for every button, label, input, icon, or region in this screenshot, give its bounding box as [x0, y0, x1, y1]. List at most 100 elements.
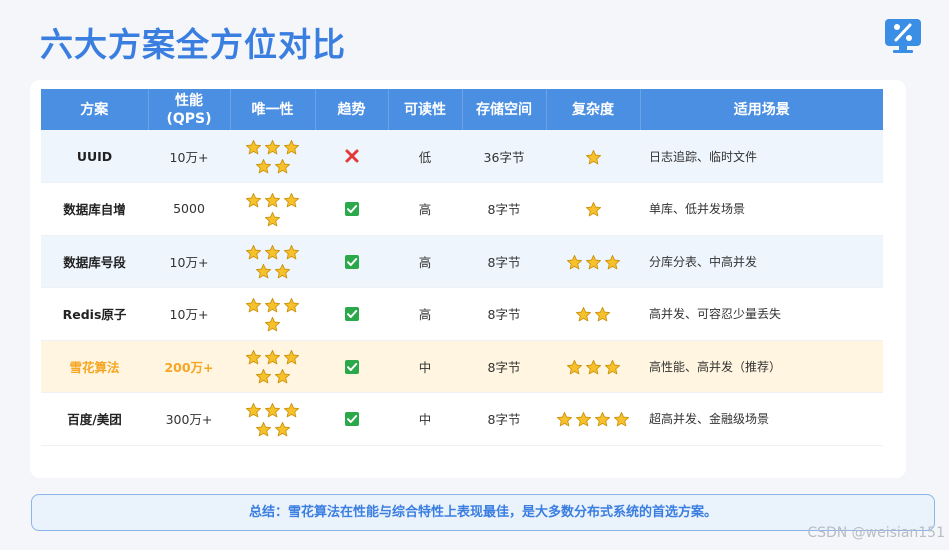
storage-value: 8字节 [462, 392, 546, 446]
star-icon [264, 139, 281, 155]
performance-value: 5000 [148, 182, 230, 236]
star-icon [594, 412, 611, 427]
star-icon [585, 202, 601, 217]
readability-value: 中 [388, 340, 462, 393]
table-header-row: 方案 性能 (QPS) 唯一性 趋势 可读性 存储空间 复杂度 适用场景 [41, 89, 883, 130]
readability-value: 中 [388, 392, 462, 446]
table-row: UUID 10万+ 低 36字节 日志追踪、临时文件 [41, 130, 883, 183]
star-rating [553, 304, 633, 323]
star-icon [585, 359, 601, 375]
star-icon [283, 350, 300, 365]
star-icon [245, 245, 262, 260]
scheme-name: 百度/美团 [41, 392, 148, 446]
performance-value: 200万+ [148, 340, 230, 393]
table-row: 百度/美团 300万+ 中 8字节 超高并发、金融级场景 [41, 392, 883, 446]
watermark: CSDN @weisian151 [807, 525, 945, 541]
star-icon [575, 307, 592, 322]
star-icon [264, 350, 281, 365]
header-scene: 适用场景 [640, 89, 883, 130]
storage-value: 8字节 [462, 340, 546, 393]
scheme-name: UUID [41, 130, 148, 183]
star-icon [255, 421, 271, 437]
scene-value: 分库分表、中高并发 [640, 235, 883, 288]
trend-status [315, 392, 388, 446]
star-icon [245, 402, 262, 418]
comparison-table: 方案 性能 (QPS) 唯一性 趋势 可读性 存储空间 复杂度 适用场景 UUI… [41, 89, 883, 446]
check-icon [344, 202, 359, 216]
trend-status [315, 130, 388, 183]
star-rating [553, 357, 633, 376]
storage-value: 8字节 [462, 287, 546, 341]
table-row: 数据库号段 10万+ 高 8字节 分库分表、中高并发 [41, 235, 883, 288]
uniqueness-rating [230, 340, 315, 393]
uniqueness-rating [230, 235, 315, 288]
star-icon [566, 254, 582, 270]
star-rating [553, 147, 633, 166]
star-rating [553, 409, 633, 428]
complexity-rating [546, 392, 640, 446]
uniqueness-rating [230, 130, 315, 183]
performance-value: 10万+ [148, 235, 230, 288]
trend-status [315, 235, 388, 288]
header-complexity: 复杂度 [546, 89, 641, 130]
scene-value: 高并发、可容忍少量丢失 [640, 287, 883, 341]
scene-value: 日志追踪、临时文件 [640, 130, 883, 183]
summary-banner: 总结：雪花算法在性能与综合特性上表现最佳，是大多数分布式系统的首选方案。 [31, 494, 935, 531]
uniqueness-rating [230, 392, 315, 446]
table-row: 数据库自增 5000 高 8字节 单库、低并发场景 [41, 182, 883, 236]
page-title: 六大方案全方位对比 [40, 25, 346, 64]
star-icon [264, 245, 281, 260]
check-icon [344, 307, 359, 321]
readability-value: 低 [388, 130, 462, 183]
star-icon [274, 421, 290, 437]
check-icon [344, 254, 359, 269]
performance-value: 10万+ [148, 130, 230, 183]
star-icon [245, 192, 262, 208]
header-storage: 存储空间 [462, 89, 547, 130]
scheme-name: 数据库号段 [41, 235, 148, 288]
star-rating [553, 199, 633, 218]
storage-value: 36字节 [462, 130, 546, 183]
complexity-rating [546, 130, 640, 183]
header-trend: 趋势 [315, 89, 389, 130]
performance-value: 300万+ [148, 392, 230, 446]
scene-value: 超高并发、金融级场景 [640, 392, 883, 446]
star-icon [245, 139, 262, 155]
storage-value: 8字节 [462, 235, 546, 288]
table-row: 雪花算法 200万+ 中 8字节 高性能、高并发（推荐） [41, 340, 883, 393]
star-icon [264, 192, 281, 208]
star-icon [566, 359, 582, 375]
cross-icon [345, 149, 358, 163]
header-performance-unit: (QPS) [166, 110, 212, 127]
star-icon [264, 316, 281, 332]
star-icon [585, 149, 601, 164]
star-icon [274, 264, 290, 279]
complexity-rating [546, 287, 640, 341]
star-rating [243, 242, 303, 280]
storage-value: 8字节 [462, 182, 546, 236]
header-performance: 性能 (QPS) [148, 89, 231, 130]
star-icon [274, 369, 290, 384]
star-icon [575, 412, 592, 427]
readability-value: 高 [388, 287, 462, 341]
star-icon [274, 158, 290, 174]
star-rating [243, 295, 303, 333]
readability-value: 高 [388, 182, 462, 236]
star-icon [613, 412, 630, 427]
star-rating [553, 252, 633, 271]
trend-status [315, 182, 388, 236]
star-rating [243, 137, 303, 175]
star-icon [245, 297, 262, 313]
star-icon [264, 297, 281, 313]
star-icon [594, 307, 611, 322]
comparison-card: 方案 性能 (QPS) 唯一性 趋势 可读性 存储空间 复杂度 适用场景 UUI… [30, 80, 906, 478]
readability-value: 高 [388, 235, 462, 288]
header-uniqueness: 唯一性 [230, 89, 316, 130]
scheme-name: 雪花算法 [41, 340, 148, 393]
scheme-name: Redis原子 [41, 287, 148, 341]
star-icon [283, 297, 300, 313]
check-icon [344, 359, 359, 374]
check-icon [344, 412, 359, 426]
star-icon [585, 254, 601, 270]
percent-screen-icon [885, 19, 921, 53]
